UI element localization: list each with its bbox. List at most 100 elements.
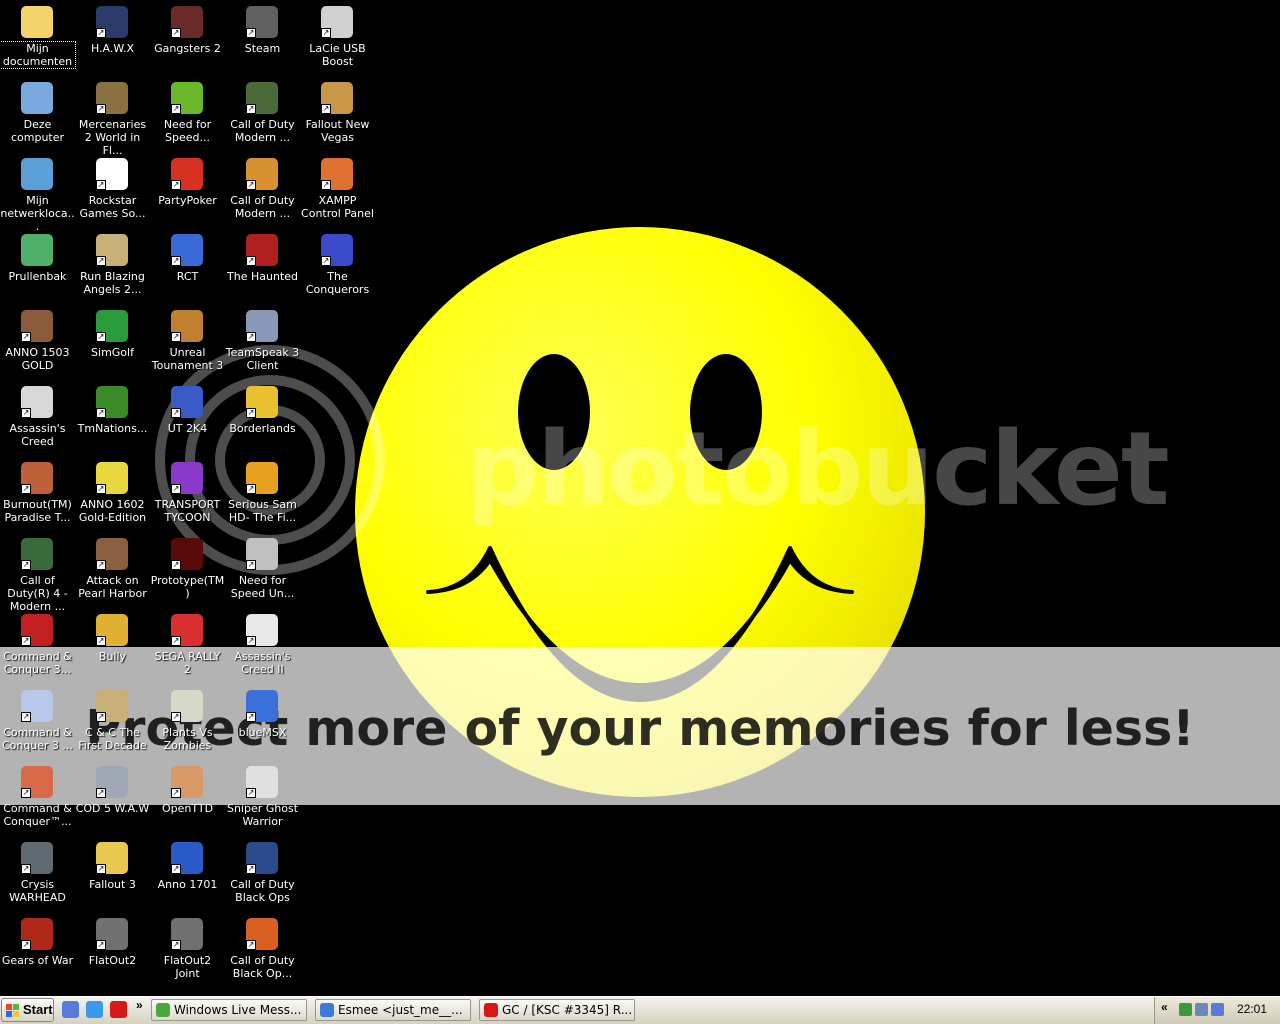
- desktop-icon[interactable]: ↗ Bully: [75, 612, 150, 686]
- taskbar-task-button[interactable]: GC / [KSC #3345] R...: [479, 999, 635, 1021]
- desktop-icon[interactable]: ↗ Unreal Tounament 3: [150, 308, 225, 382]
- desktop-icon[interactable]: ↗ COD 5 W.A.W: [75, 764, 150, 838]
- fallout-nv-icon: ↗: [321, 82, 353, 114]
- desktop-icon[interactable]: ↗ ANNO 1602 Gold-Edition: [75, 460, 150, 534]
- shortcut-arrow-icon: ↗: [171, 104, 181, 114]
- conversation-icon: [320, 1003, 334, 1017]
- desktop-icon[interactable]: ↗ Plants Vs Zombies: [150, 688, 225, 762]
- desktop-icon[interactable]: ↗ Fallout New Vegas: [300, 80, 375, 154]
- desktop-icon[interactable]: ↗ Attack on Pearl Harbor: [75, 536, 150, 610]
- desktop-icon[interactable]: ↗ Serious Sam HD- The Fi...: [225, 460, 300, 534]
- desktop[interactable]: photobucket Protect more of your memorie…: [0, 0, 1280, 996]
- shortcut-arrow-icon: ↗: [246, 104, 256, 114]
- desktop-icon-label: Run Blazing Angels 2...: [80, 270, 145, 296]
- usb-tray-icon[interactable]: [1195, 1003, 1208, 1016]
- desktop-icon[interactable]: ↗ TmNations...: [75, 384, 150, 458]
- desktop-icon[interactable]: ↗ PartyPoker: [150, 156, 225, 230]
- media-player-icon[interactable]: [86, 1001, 103, 1018]
- desktop-icon[interactable]: ↗ Command & Conquer 3 ...: [0, 688, 75, 762]
- desktop-icon[interactable]: ↗ SimGolf: [75, 308, 150, 382]
- clock[interactable]: 22:01: [1237, 1002, 1267, 1016]
- desktop-icon[interactable]: ↗ C & C The First Decade: [75, 688, 150, 762]
- desktop-icon[interactable]: ↗ Gears of War: [0, 916, 75, 990]
- desktop-icon[interactable]: ↗ Command & Conquer™...: [0, 764, 75, 838]
- desktop-icon-label: FlatOut2 Joint: [163, 954, 212, 980]
- desktop-icon[interactable]: ↗ FlatOut2 Joint: [150, 916, 225, 990]
- desktop-icon[interactable]: ↗ Sniper Ghost Warrior: [225, 764, 300, 838]
- desktop-icon[interactable]: ↗ Call of Duty Black Ops: [225, 840, 300, 914]
- desktop-icon[interactable]: ↗ TRANSPORT TYCOON: [150, 460, 225, 534]
- taskbar-task-button[interactable]: Windows Live Mess...: [151, 999, 307, 1021]
- desktop-icon[interactable]: ↗ SEGA RALLY 2: [150, 612, 225, 686]
- desktop-icon[interactable]: ↗ Rockstar Games So...: [75, 156, 150, 230]
- shortcut-arrow-icon: ↗: [96, 28, 106, 38]
- desktop-icon[interactable]: ↗ blueMSX: [225, 688, 300, 762]
- desktop-icon-label: Serious Sam HD- The Fi...: [228, 498, 297, 524]
- desktop-icon-label: COD 5 W.A.W: [75, 802, 150, 815]
- desktop-icon[interactable]: ↗ Call of Duty Black Op...: [225, 916, 300, 990]
- display-tray-icon[interactable]: [1211, 1003, 1224, 1016]
- desktop-icon[interactable]: ↗ Assassin's Creed II: [225, 612, 300, 686]
- shortcut-arrow-icon: ↗: [246, 940, 256, 950]
- shortcut-arrow-icon: ↗: [171, 636, 181, 646]
- desktop-icon[interactable]: ↗ Need for Speed...: [150, 80, 225, 154]
- desktop-icon-label: ANNO 1503 GOLD: [5, 346, 70, 372]
- shortcut-arrow-icon: ↗: [171, 712, 181, 722]
- desktop-icon[interactable]: ↗ Call of Duty Modern ...: [225, 80, 300, 154]
- desktop-icon-label: XAMPP Control Panel: [301, 194, 374, 220]
- taskbar-task-button[interactable]: Esmee <just_me__...: [315, 999, 471, 1021]
- desktop-icon[interactable]: ↗ The Conquerors: [300, 232, 375, 306]
- start-button[interactable]: Start: [1, 998, 54, 1022]
- desktop-icon[interactable]: ↗ Run Blazing Angels 2...: [75, 232, 150, 306]
- desktop-icon-label: H.A.W.X: [90, 42, 135, 55]
- desktop-icon-label: The Conquerors: [305, 270, 370, 296]
- quick-launch-overflow[interactable]: »: [136, 998, 143, 1012]
- desktop-icon[interactable]: Mijn documenten: [0, 4, 76, 78]
- lacie-icon: ↗: [321, 6, 353, 38]
- assassins-creed-icon: ↗: [21, 386, 53, 418]
- desktop-icon[interactable]: ↗ LaCie USB Boost: [300, 4, 375, 78]
- cod-black-ops-mp-icon: ↗: [246, 918, 278, 950]
- desktop-icon[interactable]: ↗ Command & Conquer 3...: [0, 612, 75, 686]
- desktop-icon[interactable]: Prullenbak: [0, 232, 75, 306]
- desktop-icon[interactable]: ↗ Borderlands: [225, 384, 300, 458]
- desktop-icon-label: Fallout New Vegas: [305, 118, 370, 144]
- desktop-icon[interactable]: ↗ Prototype(TM): [150, 536, 225, 610]
- desktop-icon[interactable]: ↗ Call of Duty(R) 4 - Modern ...: [0, 536, 75, 613]
- desktop-icon[interactable]: Mijn netwerkloca...: [0, 156, 75, 233]
- desktop-icon[interactable]: ↗ Mercenaries 2 World in Fl...: [75, 80, 150, 157]
- desktop-icon[interactable]: ↗ Need for Speed Un...: [225, 536, 300, 610]
- desktop-icon[interactable]: ↗ UT 2K4: [150, 384, 225, 458]
- show-desktop-icon[interactable]: [62, 1001, 79, 1018]
- cod-mw2-mp-icon: ↗: [246, 158, 278, 190]
- desktop-icon[interactable]: ↗ FlatOut2: [75, 916, 150, 990]
- desktop-icon[interactable]: ↗ The Haunted: [225, 232, 300, 306]
- tray-expand-button[interactable]: «: [1161, 1000, 1168, 1014]
- ut3-icon: ↗: [171, 310, 203, 342]
- desktop-icon[interactable]: ↗ ANNO 1503 GOLD: [0, 308, 75, 382]
- desktop-icon-label: Assassin's Creed II: [234, 650, 291, 676]
- desktop-icon[interactable]: ↗ Burnout(TM) Paradise T...: [0, 460, 75, 534]
- desktop-icon[interactable]: Deze computer: [0, 80, 75, 154]
- desktop-icon[interactable]: ↗ Call of Duty Modern ...: [225, 156, 300, 230]
- cnc-first-decade-icon: ↗: [96, 690, 128, 722]
- serious-sam-icon: ↗: [246, 462, 278, 494]
- openttd-icon: ↗: [171, 766, 203, 798]
- desktop-icon[interactable]: ↗ OpenTTD: [150, 764, 225, 838]
- desktop-icon-label: FlatOut2: [88, 954, 137, 967]
- desktop-icon[interactable]: ↗ Fallout 3: [75, 840, 150, 914]
- shortcut-arrow-icon: ↗: [246, 28, 256, 38]
- desktop-icon[interactable]: ↗ Gangsters 2: [150, 4, 225, 78]
- opera-icon[interactable]: [110, 1001, 127, 1018]
- desktop-icon[interactable]: ↗ Anno 1701: [150, 840, 225, 914]
- shortcut-arrow-icon: ↗: [96, 788, 106, 798]
- desktop-icon[interactable]: ↗ TeamSpeak 3 Client: [225, 308, 300, 382]
- desktop-icon-label: SEGA RALLY 2: [154, 650, 221, 676]
- desktop-icon[interactable]: ↗ XAMPP Control Panel: [300, 156, 375, 230]
- desktop-icon[interactable]: ↗ Steam: [225, 4, 300, 78]
- desktop-icon[interactable]: ↗ H.A.W.X: [75, 4, 150, 78]
- desktop-icon[interactable]: ↗ Assassin's Creed: [0, 384, 75, 458]
- desktop-icon[interactable]: ↗ Crysis WARHEAD: [0, 840, 75, 914]
- network-tray-icon[interactable]: [1179, 1003, 1192, 1016]
- desktop-icon[interactable]: ↗ RCT: [150, 232, 225, 306]
